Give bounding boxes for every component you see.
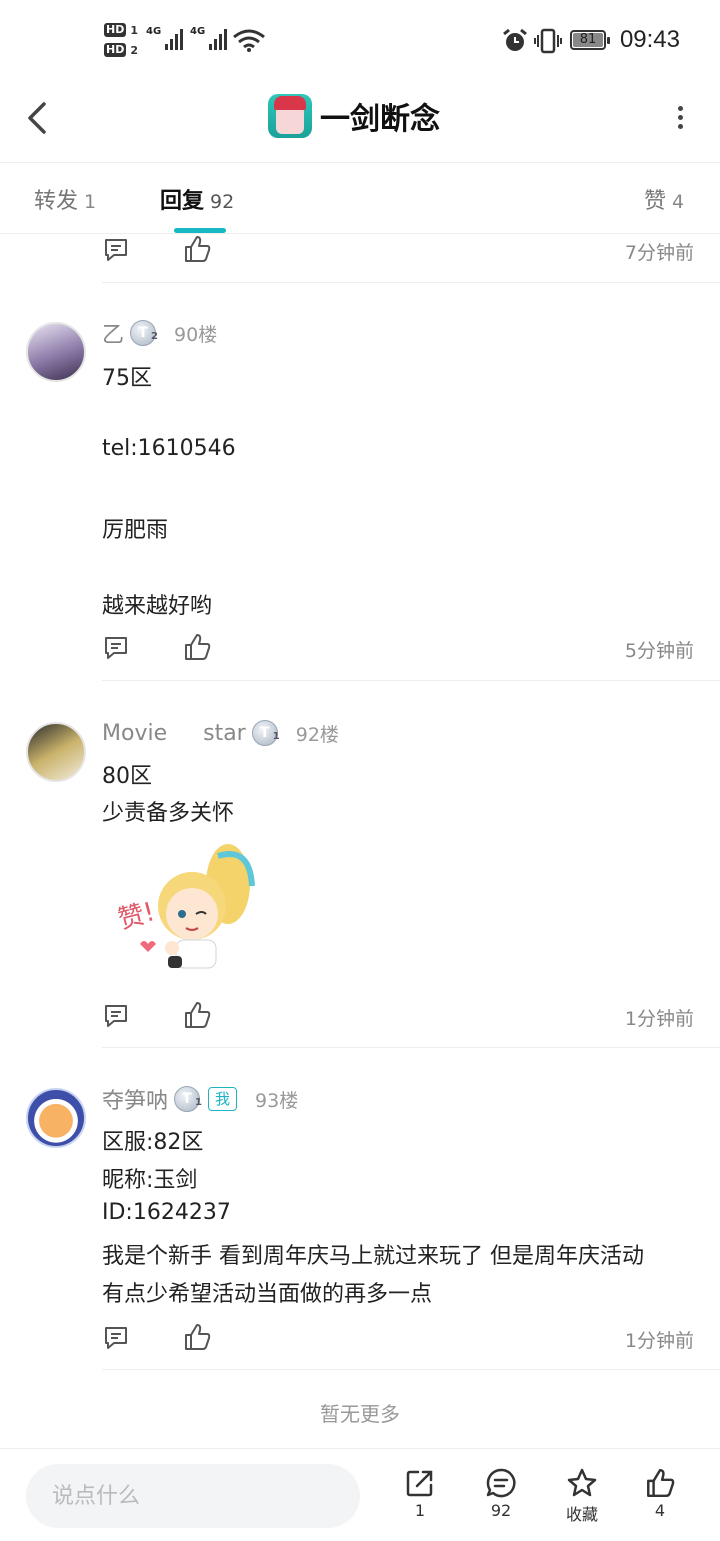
reply-icon[interactable]: [102, 1324, 130, 1352]
more-options-icon[interactable]: [676, 106, 684, 132]
comment-text-line: 厉肥雨: [102, 518, 169, 543]
alarm-icon: [503, 28, 527, 51]
status-bar: HD 1 HD 2 4G 4G 81 09:43: [0, 0, 720, 80]
tab-replies[interactable]: 回复 92: [160, 183, 234, 215]
vibrate-icon: [534, 28, 562, 54]
tab-repost-count: 1: [84, 191, 97, 213]
comment-text-line: 有点少希望活动当面做的再多一点: [102, 1282, 433, 1307]
comment-text-line: tel:1610546: [102, 436, 236, 461]
hd-badge-1: HD: [104, 23, 127, 37]
thumbs-up-icon: [647, 1468, 675, 1498]
network-type-2: 4G: [190, 26, 206, 37]
comment-text-line: 越来越好哟: [102, 594, 213, 619]
level-badge-icon: T1: [174, 1086, 202, 1112]
comment-actions: 1分钟前: [102, 1000, 702, 1036]
level-badge-icon: T2: [130, 320, 158, 346]
floor-number: 93楼: [255, 1089, 299, 1112]
reply-icon[interactable]: [102, 236, 130, 264]
sticker-text: 赞!: [115, 897, 158, 935]
comment-meta: Movie star T1 92楼: [102, 716, 339, 750]
signal-icon-2: 4G: [190, 26, 228, 50]
avatar[interactable]: [26, 1088, 86, 1148]
comment-text-line: 80区: [102, 764, 152, 789]
tab-likes[interactable]: 赞4: [644, 183, 684, 215]
comment-time: 1分钟前: [624, 1008, 694, 1030]
comment-time: 1分钟前: [624, 1330, 694, 1352]
comment-time: 7分钟前: [624, 242, 694, 264]
no-more-label: 暂无更多: [320, 1402, 400, 1426]
comment-meta: 夺笋呐 T1 我 93楼: [102, 1082, 298, 1116]
comment-text-line: 昵称:玉剑: [102, 1168, 198, 1193]
tab-repost[interactable]: 转发 1: [34, 183, 96, 215]
sticker-image[interactable]: 赞!: [110, 836, 270, 986]
star-icon: [567, 1468, 597, 1497]
like-count: 4: [654, 1501, 666, 1520]
top-app-bar: 一剑断念: [0, 80, 720, 163]
reply-icon[interactable]: [102, 634, 130, 662]
back-arrow-icon[interactable]: [22, 98, 52, 138]
tab-likes-count: 4: [672, 191, 685, 213]
floor-number: 90楼: [174, 323, 218, 346]
signal-icon-1: 4G: [146, 26, 184, 50]
comment-divider: [102, 1369, 720, 1370]
sim-indicators: HD 1 HD 2: [104, 20, 138, 60]
comment-count: 92: [490, 1501, 512, 1520]
comment-text-line: 少责备多关怀: [102, 801, 235, 826]
comment-meta: 乙 T2 90楼: [102, 316, 217, 350]
me-tag: 我: [208, 1087, 238, 1111]
sim-2-label: 2: [130, 43, 138, 57]
battery-level: 81: [573, 33, 603, 47]
level-badge-icon: T1: [251, 720, 280, 746]
comment-text-line: 区服:82区: [102, 1130, 204, 1155]
username-part[interactable]: star: [203, 721, 246, 746]
like-icon[interactable]: [182, 1322, 212, 1352]
like-button[interactable]: 4: [630, 1467, 690, 1520]
comment-actions: 7分钟前: [102, 234, 702, 270]
comment-text-line: 我是个新手 看到周年庆马上就过来玩了 但是周年庆活动: [102, 1244, 644, 1269]
reply-icon[interactable]: [102, 1002, 130, 1030]
comment-icon: [486, 1468, 516, 1498]
comment-divider: [102, 680, 720, 681]
status-time: 09:43: [619, 26, 680, 53]
comment-button[interactable]: 92: [471, 1467, 531, 1520]
tab-repost-label: 转发: [34, 189, 79, 214]
wifi-icon: [233, 29, 265, 52]
avatar[interactable]: [26, 722, 86, 782]
favorite-label: 收藏: [565, 1505, 598, 1524]
network-type-1: 4G: [146, 26, 162, 37]
title-group: 一剑断念: [268, 94, 440, 138]
sim-1-label: 1: [130, 23, 138, 37]
tab-replies-label: 回复: [160, 189, 205, 214]
tab-bar: 转发 1 回复 92 赞4: [0, 163, 720, 234]
hd-badge-2: HD: [104, 43, 127, 57]
bottom-action-bar: 1 92 收藏 4: [0, 1448, 720, 1541]
share-icon: [406, 1470, 433, 1497]
share-button[interactable]: 1: [390, 1467, 450, 1520]
comment-text-line: 75区: [102, 366, 152, 391]
active-tab-indicator: [174, 228, 226, 233]
comment-input[interactable]: [26, 1464, 360, 1528]
comment-actions: 5分钟前: [102, 632, 702, 668]
comment-time: 5分钟前: [624, 640, 694, 662]
favorite-button[interactable]: 收藏: [552, 1467, 612, 1525]
username[interactable]: 夺笋呐: [102, 1083, 168, 1115]
page-title: 一剑断念: [320, 102, 440, 137]
username[interactable]: 乙: [102, 317, 124, 349]
like-icon[interactable]: [182, 234, 212, 264]
avatar[interactable]: [26, 322, 86, 382]
comment-divider: [102, 1047, 720, 1048]
floor-number: 92楼: [295, 723, 339, 746]
battery-icon: 81: [570, 30, 610, 50]
like-icon[interactable]: [182, 1000, 212, 1030]
author-avatar[interactable]: [268, 94, 312, 138]
tab-likes-label: 赞: [644, 189, 667, 214]
comment-divider: [102, 282, 720, 283]
comment-actions: 1分钟前: [102, 1322, 702, 1358]
like-icon[interactable]: [182, 632, 212, 662]
username-part[interactable]: Movie: [102, 721, 167, 746]
comment-text-line: ID:1624237: [102, 1200, 231, 1225]
tab-replies-count: 92: [210, 191, 235, 213]
share-count: 1: [414, 1501, 426, 1520]
